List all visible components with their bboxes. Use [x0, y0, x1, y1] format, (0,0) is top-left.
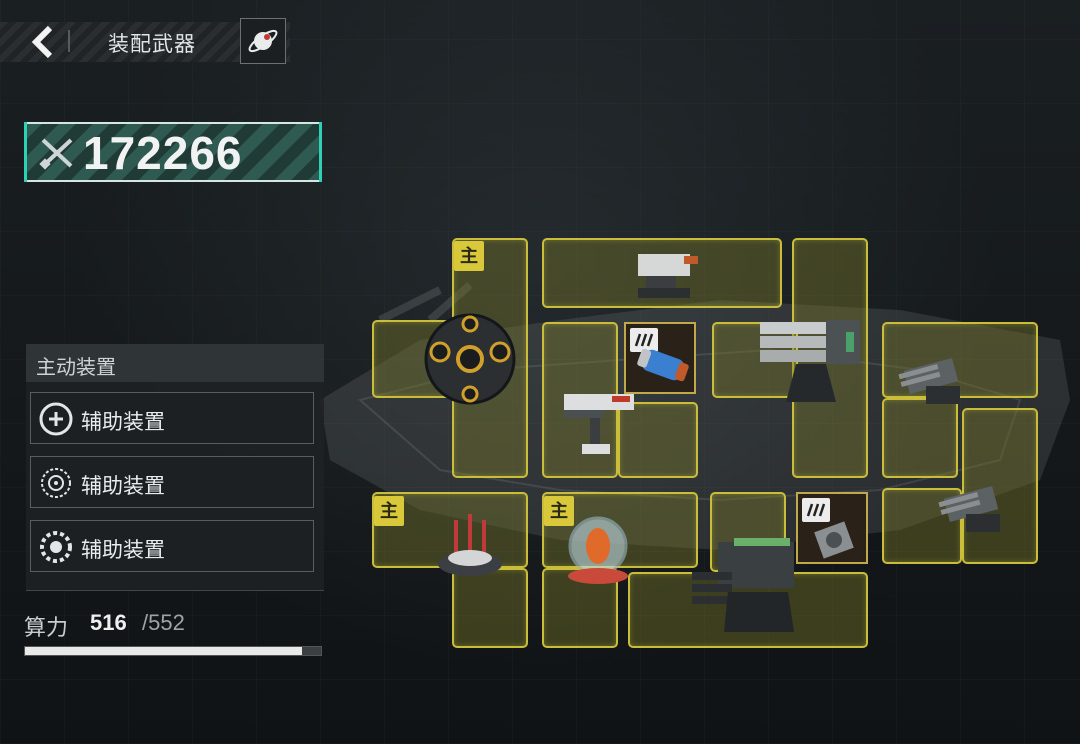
ammo-tag-icon	[802, 498, 830, 522]
panel-heading: 主动装置	[26, 344, 324, 382]
combat-power-value: 172266	[83, 127, 243, 179]
aux-device-slot-1[interactable]: 辅助装置	[30, 392, 314, 444]
heavy-missile-launcher-icon[interactable]	[688, 532, 804, 642]
main-weapon-tag: 主	[374, 496, 404, 526]
heavy-cannon-turret-icon[interactable]	[628, 240, 704, 306]
header-divider	[68, 30, 70, 52]
aux-device-slot-3[interactable]: 辅助装置	[30, 520, 314, 572]
chevron-left-icon	[31, 25, 53, 59]
compute-progress-bar	[24, 646, 322, 656]
compute-label: 算力	[24, 615, 69, 640]
missile-spire-module-icon[interactable]	[432, 512, 512, 584]
twin-barrel-turret-lower-icon[interactable]	[936, 468, 1016, 540]
main-weapon-tag: 主	[454, 241, 484, 271]
ring-gear-icon	[40, 531, 72, 563]
aux-device-slot-2[interactable]: 辅助装置	[30, 456, 314, 508]
gatling-turret-icon[interactable]	[756, 312, 866, 412]
planet-icon	[248, 29, 278, 53]
sphere-core-module-icon[interactable]	[418, 310, 522, 408]
twin-barrel-turret-upper-icon[interactable]	[896, 340, 976, 412]
energy-canister-icon	[637, 348, 689, 382]
ship-info-button[interactable]	[240, 18, 286, 64]
aux-device-label: 辅助装置	[81, 475, 165, 498]
railgun-turret-icon[interactable]	[560, 380, 640, 460]
chip-module-icon	[814, 521, 854, 559]
compute-max: /552	[142, 610, 185, 635]
combat-power-badge: 172266	[24, 122, 322, 182]
shield-cross-icon	[39, 402, 73, 436]
compute-used: 516	[90, 610, 127, 635]
page-title: 装配武器	[108, 33, 196, 56]
aux-device-label: 辅助装置	[81, 539, 165, 562]
panel-heading-label: 主动装置	[36, 357, 116, 379]
compute-progress-fill	[25, 647, 302, 655]
target-scope-icon	[41, 468, 71, 498]
back-button[interactable]	[28, 24, 62, 60]
ammo-chip-slot[interactable]	[796, 492, 868, 564]
energy-capsule-module-icon[interactable]	[560, 512, 636, 588]
device-panel: 主动装置 辅助装置 辅助装置 辅助装置	[26, 344, 324, 591]
aux-device-label: 辅助装置	[81, 411, 165, 434]
crossed-swords-icon	[39, 138, 73, 170]
